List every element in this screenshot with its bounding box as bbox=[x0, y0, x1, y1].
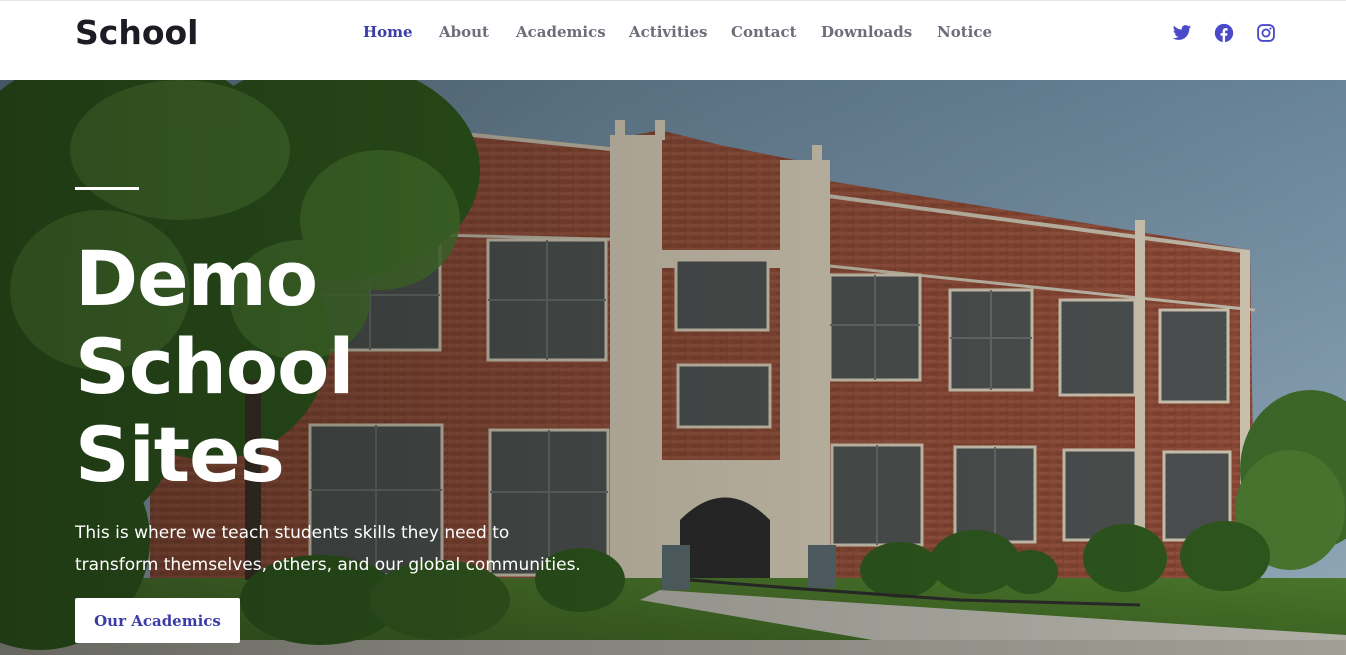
facebook-icon[interactable] bbox=[1214, 23, 1234, 43]
hero-title: Demo School Sites bbox=[75, 235, 495, 499]
hero-subtitle-line: transform themselves, others, and our gl… bbox=[75, 555, 581, 575]
site-logo[interactable]: School bbox=[75, 13, 198, 52]
nav-home[interactable]: Home bbox=[363, 23, 413, 41]
hero-accent-line bbox=[75, 187, 139, 190]
hero-title-line: School bbox=[75, 322, 354, 411]
nav-notice[interactable]: Notice bbox=[937, 23, 992, 41]
nav-activities[interactable]: Activities bbox=[629, 23, 707, 41]
our-academics-button[interactable]: Our Academics bbox=[75, 598, 240, 643]
site-header: School Home About Academics Activities C… bbox=[0, 0, 1346, 80]
hero-title-line: Demo bbox=[75, 234, 318, 323]
nav-about[interactable]: About bbox=[439, 23, 489, 41]
nav-academics[interactable]: Academics bbox=[516, 23, 606, 41]
hero-subtitle: This is where we teach students skills t… bbox=[75, 517, 615, 581]
hero-subtitle-line: This is where we teach students skills t… bbox=[75, 523, 510, 543]
instagram-icon[interactable] bbox=[1256, 23, 1276, 43]
twitter-icon[interactable] bbox=[1172, 23, 1192, 43]
nav-contact[interactable]: Contact bbox=[731, 23, 797, 41]
nav-downloads[interactable]: Downloads bbox=[821, 23, 912, 41]
hero-section: Demo School Sites This is where we teach… bbox=[0, 80, 1346, 655]
hero-title-line: Sites bbox=[75, 410, 285, 499]
